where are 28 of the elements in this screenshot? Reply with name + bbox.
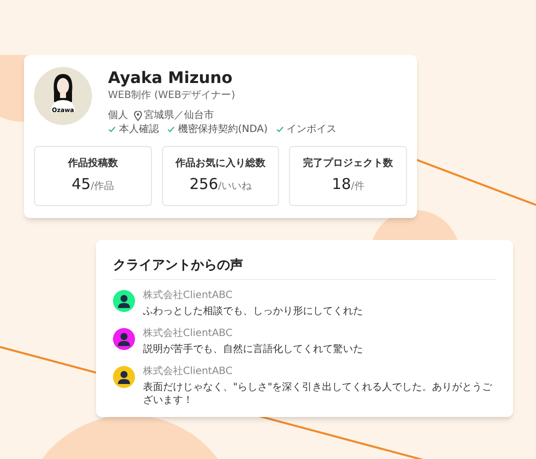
check-icon	[167, 126, 175, 133]
check-icon	[276, 126, 284, 133]
client-comment: 説明が苦手でも、自然に言語化してくれて驚いた	[143, 343, 363, 356]
client-name: 株式会社ClientABC	[143, 364, 234, 379]
verification-label: 機密保持契約(NDA)	[178, 123, 268, 136]
stat-label: 完了プロジェクト数	[303, 156, 394, 172]
section-title: クライアントからの声	[113, 258, 243, 273]
verification-label: インボイス	[286, 123, 337, 136]
client-name: 株式会社ClientABC	[143, 326, 234, 341]
check-icon	[108, 126, 116, 133]
stat-value: 18	[332, 174, 352, 196]
client-name: 株式会社ClientABC	[143, 288, 234, 303]
stat-unit: /件	[351, 180, 364, 194]
stat-unit: /作品	[90, 180, 114, 194]
stat-value: 45	[72, 174, 91, 196]
profile-name: Ayaka Mizuno	[108, 67, 234, 89]
person-icon	[48, 72, 78, 112]
stat-label: 作品お気に入り総数	[175, 156, 266, 172]
account-type: 個人	[108, 109, 128, 122]
location-pin-icon	[134, 110, 142, 120]
client-comment: ふわっとした相談でも、しっかり形にしてくれた	[143, 305, 363, 318]
location: 宮城県／仙台市	[144, 109, 214, 122]
stat-unit: /いいね	[218, 180, 252, 194]
client-comment: 表面だけじゃなく、"らしさ"を深く引き出してくれる人でした。ありがとうございます！	[143, 381, 494, 407]
stat-value: 256	[189, 174, 218, 196]
verification-label: 本人確認	[119, 123, 159, 136]
profile-role: WEB制作 (WEBデザイナー)	[108, 89, 236, 102]
stat-label: 作品投稿数	[68, 156, 118, 172]
